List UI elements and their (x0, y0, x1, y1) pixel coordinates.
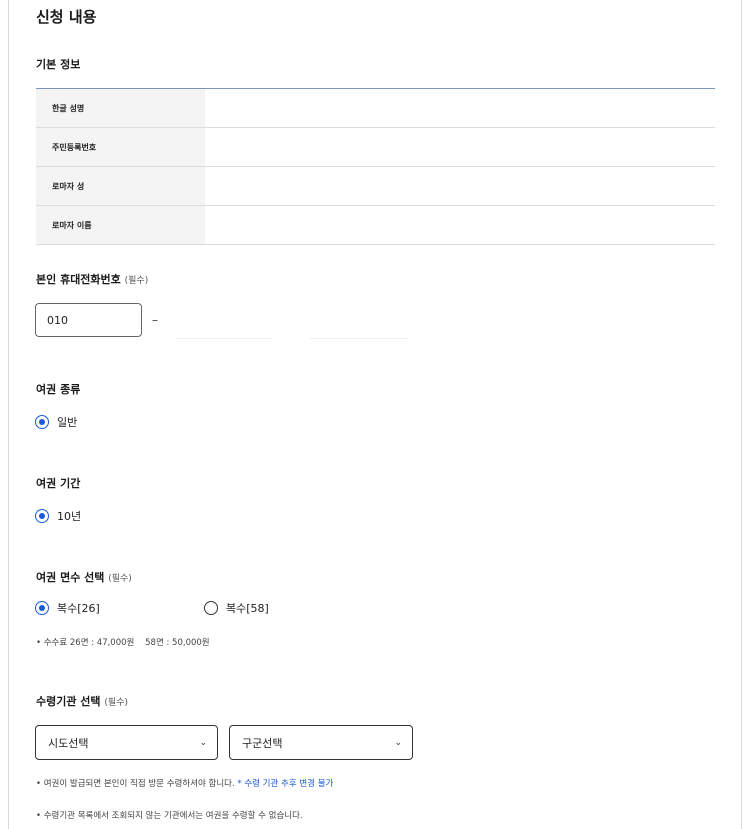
phone-title: 본인 휴대전화번호 (36, 273, 121, 286)
province-select-value: 시도선택 (48, 736, 89, 750)
phone-section-title: 본인 휴대전화번호 (필수) (36, 271, 148, 287)
district-select[interactable]: 구군선택 ⌄ (229, 725, 413, 760)
info-row-roman-given-name: 로마자 이름 (36, 206, 715, 245)
phone-separator: – (152, 313, 158, 327)
info-row-resident-number: 주민등록번호 (36, 128, 715, 167)
agency-title: 수령기관 선택 (36, 695, 101, 708)
radio-checked-icon (35, 415, 49, 429)
agency-required-badge: (필수) (104, 698, 128, 708)
radio-label: 10년 (57, 510, 82, 523)
phone-last-input[interactable] (310, 338, 407, 339)
info-row-korean-name: 한글 성명 (36, 89, 715, 128)
radio-unchecked-icon (204, 601, 218, 615)
radio-pages-58[interactable]: 복수[58] (204, 600, 269, 616)
info-label-korean-name: 한글 성명 (36, 89, 205, 127)
chevron-down-icon: ⌄ (394, 737, 402, 748)
fee-note: • 수수료 26면 : 47,000원 58면 : 50,000원 (36, 638, 210, 648)
pages-required-badge: (필수) (108, 574, 132, 584)
phone-required-badge: (필수) (124, 276, 149, 286)
pages-title: 여권 면수 선택 (36, 571, 105, 584)
basic-info-title: 기본 정보 (36, 58, 81, 71)
radio-passport-period-10y[interactable]: 10년 (35, 508, 81, 524)
info-value-resident-number (205, 128, 715, 166)
radio-label: 일반 (57, 416, 78, 429)
pages-section-title: 여권 면수 선택 (필수) (36, 569, 132, 585)
pickup-notice: • 여권이 발급되면 본인이 직접 방문 수령하셔야 합니다. * 수령 기관 … (36, 777, 333, 789)
frame-left-border (8, 0, 9, 829)
radio-label: 복수[58] (226, 602, 269, 615)
info-value-roman-given-name (205, 206, 715, 244)
page-title: 신청 내용 (36, 8, 97, 26)
passport-type-title: 여권 종류 (36, 383, 81, 396)
district-select-value: 구군선택 (242, 736, 283, 750)
agency-list-notice: • 수령기관 목록에서 조회되지 않는 기관에서는 여권을 수령할 수 없습니다… (36, 811, 303, 821)
info-value-korean-name (205, 89, 715, 127)
agency-section-title: 수령기관 선택 (필수) (36, 693, 128, 709)
info-value-roman-surname (205, 167, 715, 205)
info-label-resident-number: 주민등록번호 (36, 128, 205, 166)
basic-info-table: 한글 성명 주민등록번호 로마자 성 로마자 이름 (36, 88, 715, 245)
phone-prefix-input[interactable]: 010 (35, 303, 142, 337)
info-label-roman-surname: 로마자 성 (36, 167, 205, 205)
radio-pages-26[interactable]: 복수[26] (35, 600, 100, 616)
radio-label: 복수[26] (57, 602, 100, 615)
info-row-roman-surname: 로마자 성 (36, 167, 715, 206)
pickup-notice-text: • 여권이 발급되면 본인이 직접 방문 수령하셔야 합니다. (36, 779, 235, 789)
phone-middle-input[interactable] (176, 338, 272, 339)
pickup-notice-warning: * 수령 기관 추후 변경 불가 (237, 779, 334, 789)
frame-right-border (741, 0, 742, 829)
passport-period-title: 여권 기간 (36, 477, 81, 490)
chevron-down-icon: ⌄ (199, 737, 207, 748)
radio-checked-icon (35, 601, 49, 615)
province-select[interactable]: 시도선택 ⌄ (35, 725, 218, 760)
radio-checked-icon (35, 509, 49, 523)
info-label-roman-given-name: 로마자 이름 (36, 206, 205, 244)
radio-passport-type-general[interactable]: 일반 (35, 414, 77, 430)
